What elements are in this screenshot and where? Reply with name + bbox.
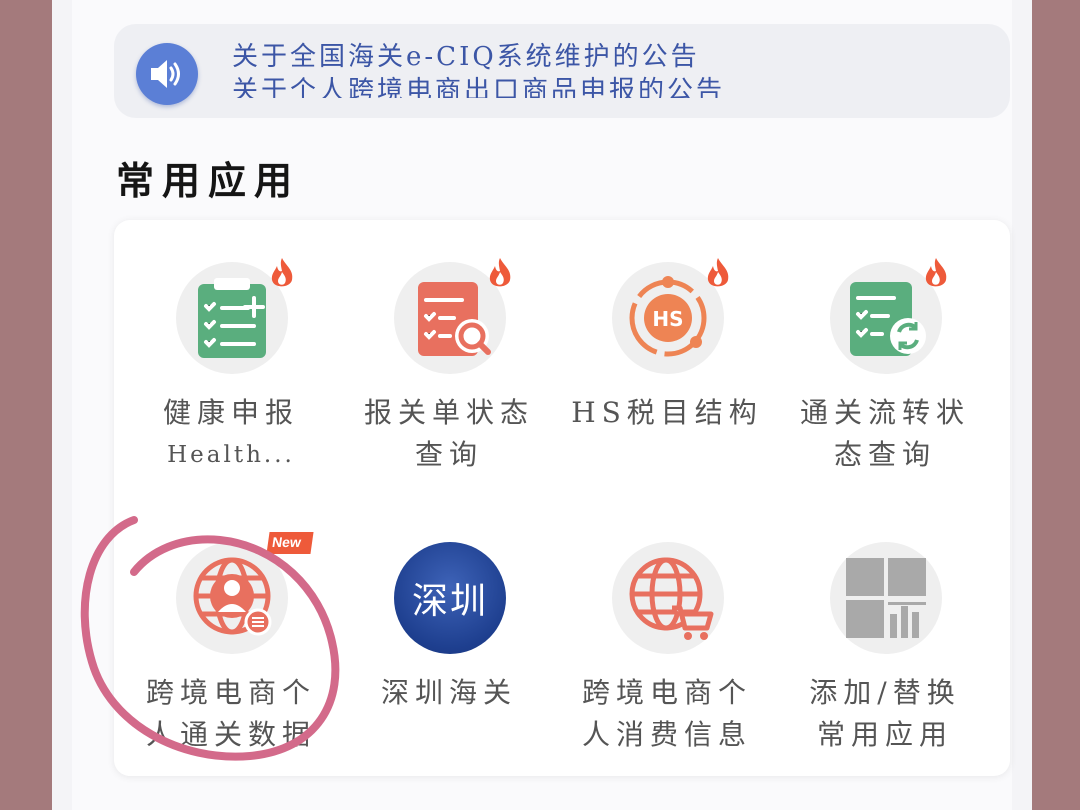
app-label: 跨境电商个 人消费信息 [558, 672, 776, 756]
new-badge-label: New [271, 534, 303, 550]
notice-ticker[interactable]: 关于全国海关e-CIQ系统维护的公告 关于个人跨境电商出口商品申报的公告 [232, 40, 752, 98]
app-health-declaration[interactable]: 健康申报 Health... [122, 230, 340, 480]
app-label: HS税目结构 [558, 392, 776, 434]
app-label: 添加/替换 常用应用 [776, 672, 994, 756]
globe-person-icon [176, 542, 288, 654]
app-title-2: 常用应用 [816, 718, 953, 751]
app-shenzhen-customs[interactable]: 深圳 深圳海关 [340, 510, 558, 760]
app-declaration-status[interactable]: 报关单状态 查询 [340, 230, 558, 480]
app-subtitle: Health... [167, 442, 295, 468]
app-title-2: 人消费信息 [581, 718, 752, 751]
app-clearance-status[interactable]: 通关流转状 态查询 [776, 230, 994, 480]
app-title: 通关流转状 [799, 396, 970, 429]
common-apps-grid: 健康申报 Health... 报关单状态 查询 HS HS税目结构 通关流转状 … [114, 220, 1010, 776]
globe-cart-icon [612, 542, 724, 654]
app-add-replace[interactable]: 添加/替换 常用应用 [776, 510, 994, 760]
speaker-icon [136, 43, 198, 105]
app-cross-border-customs-data[interactable]: New 跨境电商个 人通关数据 [122, 510, 340, 760]
app-title: 深圳海关 [380, 676, 517, 709]
hot-badge-icon [920, 256, 952, 294]
section-title: 常用应用 [116, 158, 301, 203]
shenzhen-logo-text: 深圳 [411, 581, 488, 622]
shenzhen-logo-icon: 深圳 [394, 542, 506, 654]
app-title: 报关单状态 [363, 396, 534, 429]
notice-bar[interactable]: 关于全国海关e-CIQ系统维护的公告 关于个人跨境电商出口商品申报的公告 [114, 24, 1010, 118]
hot-badge-icon [484, 256, 516, 294]
app-title: 添加/替换 [809, 676, 961, 709]
app-title: HS税目结构 [571, 396, 763, 429]
app-label: 报关单状态 查询 [340, 392, 558, 476]
app-title: 健康申报 [162, 396, 299, 429]
hot-badge-icon [266, 256, 298, 294]
app-label: 跨境电商个 人通关数据 [122, 672, 340, 756]
app-title: 跨境电商个 [581, 676, 752, 709]
app-cross-border-consumption[interactable]: 跨境电商个 人消费信息 [558, 510, 776, 760]
app-title-2: 人通关数据 [145, 718, 316, 751]
phone-screen: 关于全国海关e-CIQ系统维护的公告 关于个人跨境电商出口商品申报的公告 常用应… [52, 0, 1032, 810]
svg-text:HS: HS [652, 307, 683, 331]
app-label: 健康申报 Health... [122, 392, 340, 476]
hot-badge-icon [702, 256, 734, 294]
app-hs-structure[interactable]: HS HS税目结构 [558, 230, 776, 480]
notice-line-2: 关于个人跨境电商出口商品申报的公告 [232, 76, 726, 98]
grid-chart-icon [830, 542, 942, 654]
app-label: 通关流转状 态查询 [776, 392, 994, 476]
content-panel: 关于全国海关e-CIQ系统维护的公告 关于个人跨境电商出口商品申报的公告 常用应… [72, 0, 1012, 810]
new-badge: New [266, 532, 314, 554]
notice-line-1: 关于全国海关e-CIQ系统维护的公告 [232, 42, 700, 72]
app-title-2: 查询 [414, 438, 483, 471]
app-label: 深圳海关 [340, 672, 558, 714]
app-title-2: 态查询 [833, 438, 936, 471]
app-title: 跨境电商个 [145, 676, 316, 709]
